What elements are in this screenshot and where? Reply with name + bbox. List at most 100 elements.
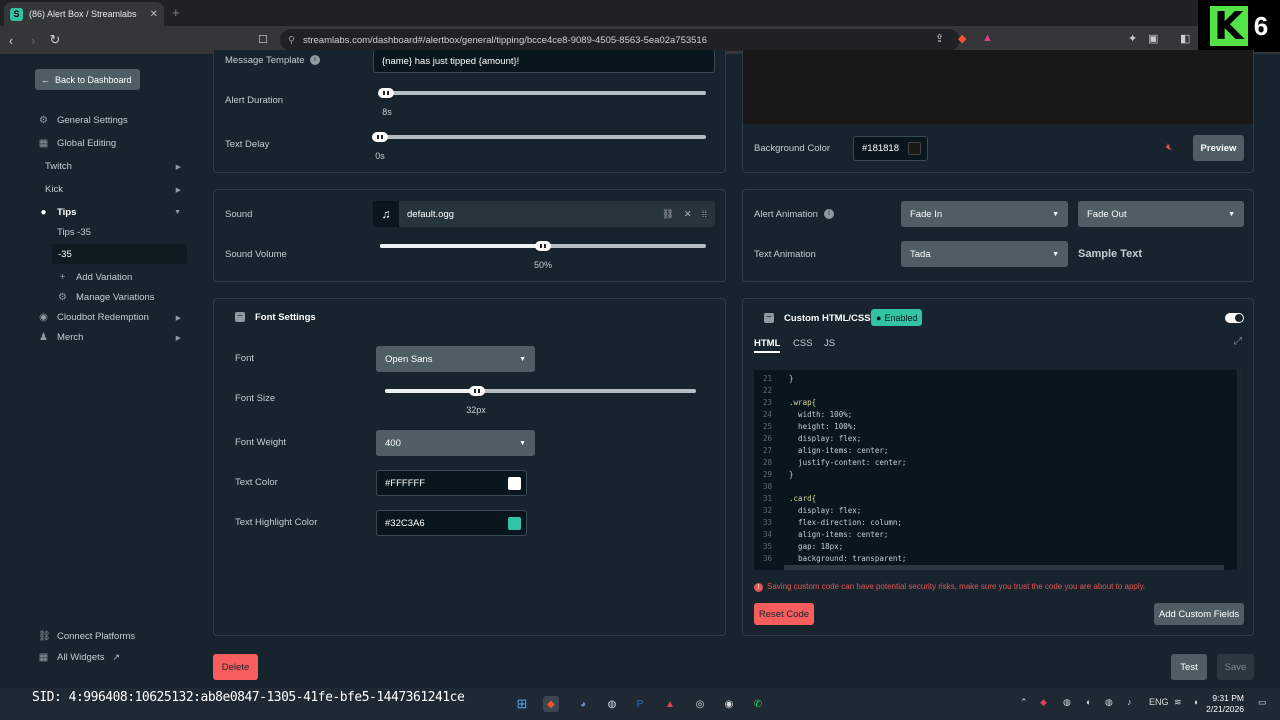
sidebar-item-kick[interactable]: Kick ▶ [45, 184, 181, 195]
discord-icon[interactable]: ◕ [575, 696, 591, 712]
adobe-icon[interactable]: ▲ [662, 696, 678, 712]
delete-button[interactable]: Delete [213, 654, 258, 680]
collapse-icon[interactable]: − [764, 313, 774, 323]
music-note-icon[interactable]: ♫ [373, 201, 399, 227]
animation-out-select[interactable]: Fade Out ▼ [1078, 201, 1244, 227]
tab-html[interactable]: HTML [754, 338, 780, 349]
alert-duration-knob[interactable] [378, 88, 394, 98]
playstation-icon[interactable]: P [632, 696, 648, 712]
share-icon[interactable]: ⇪ [935, 32, 944, 45]
mute-icon[interactable]: 🔇︎ [1166, 142, 1172, 153]
code-line: 25 height: 100%; [754, 420, 1242, 432]
font-size-knob[interactable] [469, 386, 485, 396]
message-template-input[interactable]: {name} has just tipped {amount}! [373, 50, 715, 73]
font-select[interactable]: Open Sans ▼ [376, 346, 535, 372]
steam-icon[interactable]: ◍ [604, 696, 620, 712]
tray-app3-icon[interactable]: ◐ [1086, 697, 1091, 707]
site-info-icon[interactable]: ⚲ [288, 35, 295, 46]
close-tab-icon[interactable]: ✕ [150, 9, 158, 20]
back-icon[interactable]: ‹ [0, 33, 22, 48]
notification-icon[interactable]: ▭ [1258, 697, 1267, 708]
link-icon[interactable]: ⛓ [662, 209, 674, 220]
font-weight-select[interactable]: 400 ▼ [376, 430, 535, 456]
editor-scrollbar[interactable] [1237, 370, 1242, 570]
highlight-color-swatch[interactable] [508, 517, 521, 530]
font-settings-header: Font Settings [255, 312, 316, 323]
obs-icon[interactable]: ◎ [692, 696, 708, 712]
text-animation-select[interactable]: Tada ▼ [901, 241, 1068, 267]
tray-chevron-up-icon[interactable]: ⌃ [1020, 697, 1028, 708]
sidebar-item-tips[interactable]: ● Tips ▼ [38, 207, 181, 218]
text-delay-knob[interactable] [372, 132, 388, 142]
text-color-swatch[interactable] [508, 477, 521, 490]
all-widgets-link[interactable]: ▦ All Widgets ↗ [38, 652, 188, 663]
collapse-icon[interactable]: − [235, 312, 245, 322]
sound-volume-knob[interactable] [535, 241, 551, 251]
reset-code-button[interactable]: Reset Code [754, 603, 814, 625]
tray-app2-icon[interactable]: ◍ [1063, 697, 1071, 708]
test-button[interactable]: Test [1171, 654, 1207, 680]
whatsapp-icon[interactable]: ✆ [750, 696, 766, 712]
bookmark-icon[interactable]: ☐ [258, 33, 268, 46]
sidebar-item-general-settings[interactable]: ⚙ General Settings [38, 115, 188, 126]
sound-file-field[interactable]: ♫ default.ogg ⛓ ✕ ⁞⁞ [373, 201, 715, 227]
extensions-icon[interactable]: ✦ [1128, 32, 1137, 45]
brave-shield-icon[interactable]: ◆ [958, 32, 966, 45]
wallet-icon[interactable]: ▣ [1148, 32, 1158, 45]
text-animation-label: Text Animation [754, 249, 816, 260]
brave-rewards-icon[interactable]: ▲ [982, 32, 993, 44]
background-color-swatch[interactable] [908, 142, 921, 155]
alert-duration-slider[interactable] [380, 91, 706, 95]
taskbar: SID: 4:996408:10625132:ab8e0847-1305-41f… [0, 688, 1280, 720]
alert-duration-value: 8s [382, 107, 392, 117]
add-variation-button[interactable]: + Add Variation [57, 272, 207, 283]
microphone-icon[interactable]: ♪ [1127, 697, 1132, 707]
sidebar-item-twitch[interactable]: Twitch ▶ [45, 161, 181, 172]
line-number: 34 [762, 529, 772, 539]
text-color-input[interactable]: #FFFFFF [376, 470, 527, 496]
add-custom-fields-button[interactable]: Add Custom Fields [1154, 603, 1244, 625]
grid-icon: ▦ [38, 652, 49, 663]
back-to-dashboard-button[interactable]: ← Back to Dashboard [35, 69, 140, 90]
highlight-color-input[interactable]: #32C3A6 [376, 510, 527, 536]
tab-js[interactable]: JS [824, 338, 835, 349]
reload-icon[interactable]: ↻ [44, 32, 66, 48]
clear-icon[interactable]: ✕ [684, 209, 692, 220]
preview-button[interactable]: Preview [1193, 135, 1244, 161]
volume-icon[interactable]: ◖ [1193, 697, 1198, 707]
save-button[interactable]: Save [1217, 654, 1254, 680]
windows-start-icon[interactable]: ⊞ [514, 696, 530, 712]
code-editor[interactable]: 21 } 22 23 .wrap{24 width: 100%; 25 height:… [754, 370, 1242, 570]
forward-icon[interactable]: › [22, 33, 44, 48]
tray-steam-icon[interactable]: ◍ [1105, 697, 1113, 708]
code-line: 27 align-items: center; [754, 444, 1242, 456]
clock[interactable]: 9:31 PM 2/21/2026 [1206, 693, 1244, 715]
all-widgets-label: All Widgets [57, 652, 105, 663]
info-icon: i [310, 55, 320, 65]
wifi-icon[interactable]: ≋ [1174, 697, 1182, 708]
editor-hscrollbar[interactable] [784, 565, 1224, 570]
brave-browser-icon[interactable]: ◆ [543, 696, 559, 712]
sidebar-toggle-icon[interactable]: ◧ [1180, 32, 1190, 45]
animation-in-select[interactable]: Fade In ▼ [901, 201, 1068, 227]
expand-icon[interactable]: ⤢ [1234, 336, 1242, 347]
code-line: 28 justify-content: center; [754, 456, 1242, 468]
sidebar-item-merch[interactable]: ♟ Merch ▶ [38, 332, 181, 343]
enable-toggle[interactable] [1225, 313, 1244, 323]
tray-app-icon[interactable]: ◆ [1040, 697, 1047, 708]
url-field[interactable]: ⚲ streamlabs.com/dashboard#/alertbox/gen… [280, 29, 960, 51]
sidebar-item-cloudbot-redemption[interactable]: ◉ Cloudbot Redemption ▶ [38, 312, 181, 323]
sidebar-item-label: General Settings [57, 115, 128, 126]
sidebar-item-tips-35[interactable]: Tips -35 [57, 227, 207, 238]
sidebar-item-global-editing[interactable]: ▦ Global Editing [38, 138, 188, 149]
language-indicator[interactable]: ENG [1149, 697, 1169, 707]
new-tab-icon[interactable]: + [172, 5, 180, 20]
browser-tab[interactable]: S (86) Alert Box / Streamlabs ✕ [4, 2, 164, 26]
sidebar-item-variation-selected[interactable]: -35 [52, 244, 187, 264]
tab-css[interactable]: CSS [793, 338, 813, 349]
manage-variations-button[interactable]: ⚙ Manage Variations [57, 292, 207, 303]
text-delay-slider[interactable] [376, 135, 706, 139]
connect-platforms-link[interactable]: ⛓ Connect Platforms [38, 631, 188, 642]
obs-studio-icon[interactable]: ◉ [721, 696, 737, 712]
grid-picker-icon[interactable]: ⁞⁞ [702, 209, 707, 220]
